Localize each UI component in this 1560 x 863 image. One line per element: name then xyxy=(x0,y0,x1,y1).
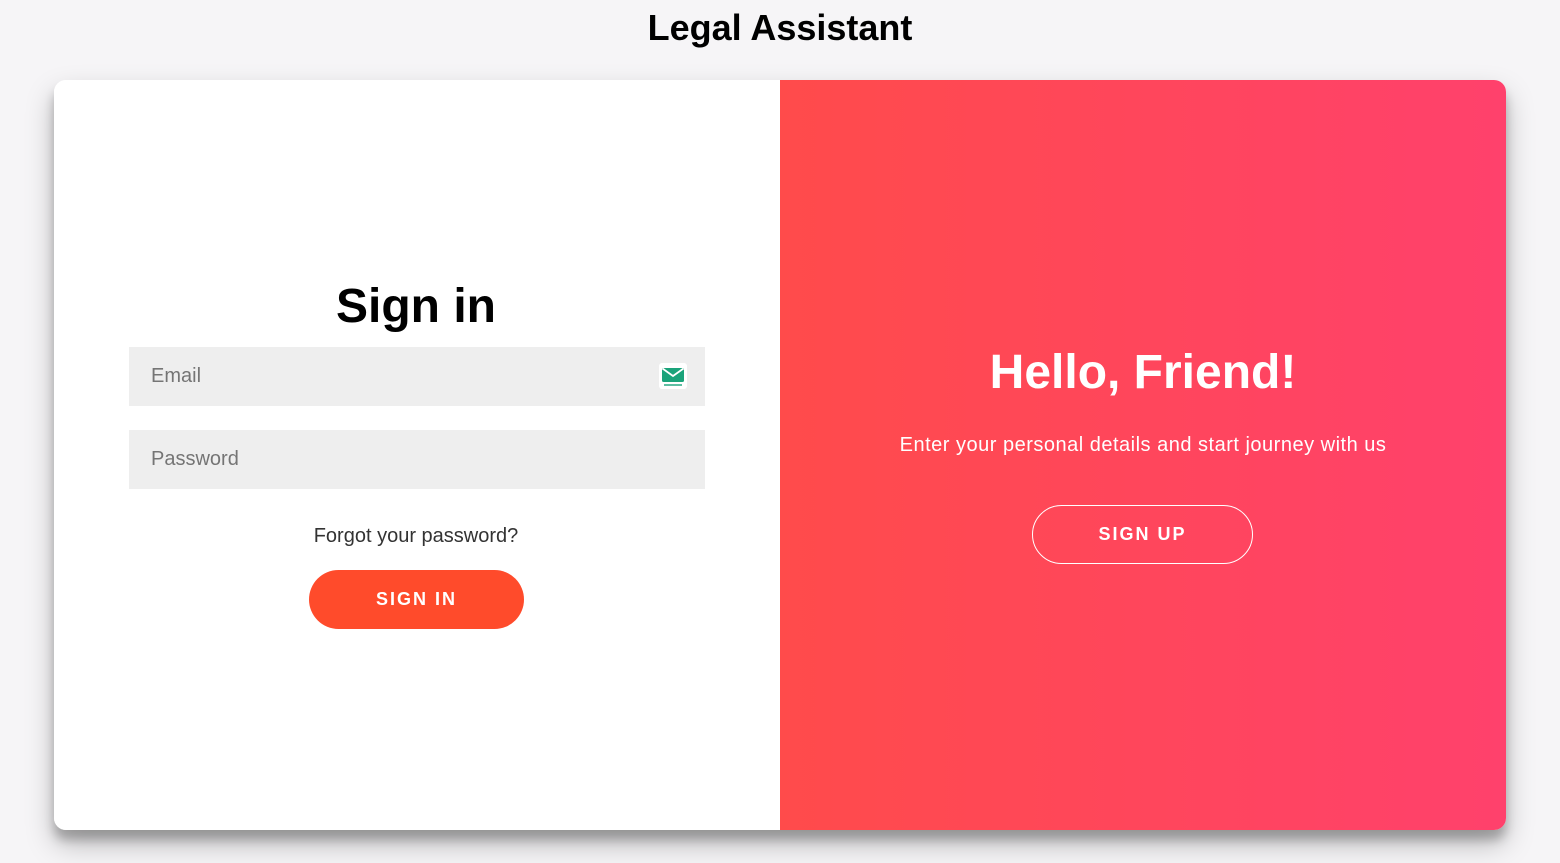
email-field[interactable] xyxy=(129,347,705,406)
auth-card: Sign in Forgot your password? SIGN IN He… xyxy=(54,80,1506,830)
hello-heading: Hello, Friend! xyxy=(989,346,1297,399)
sign-in-button[interactable]: SIGN IN xyxy=(309,570,524,629)
tempmail-icon[interactable] xyxy=(659,363,687,389)
overlay-text: Enter your personal details and start jo… xyxy=(899,434,1387,456)
sign-up-button[interactable]: SIGN UP xyxy=(1032,505,1253,564)
password-field[interactable] xyxy=(129,430,705,489)
signin-panel: Sign in Forgot your password? SIGN IN xyxy=(54,80,780,830)
signin-heading: Sign in xyxy=(336,280,496,333)
overlay-panel: Hello, Friend! Enter your personal detai… xyxy=(780,80,1506,830)
page-title: Legal Assistant xyxy=(647,7,913,48)
forgot-password-link[interactable]: Forgot your password? xyxy=(54,523,778,549)
